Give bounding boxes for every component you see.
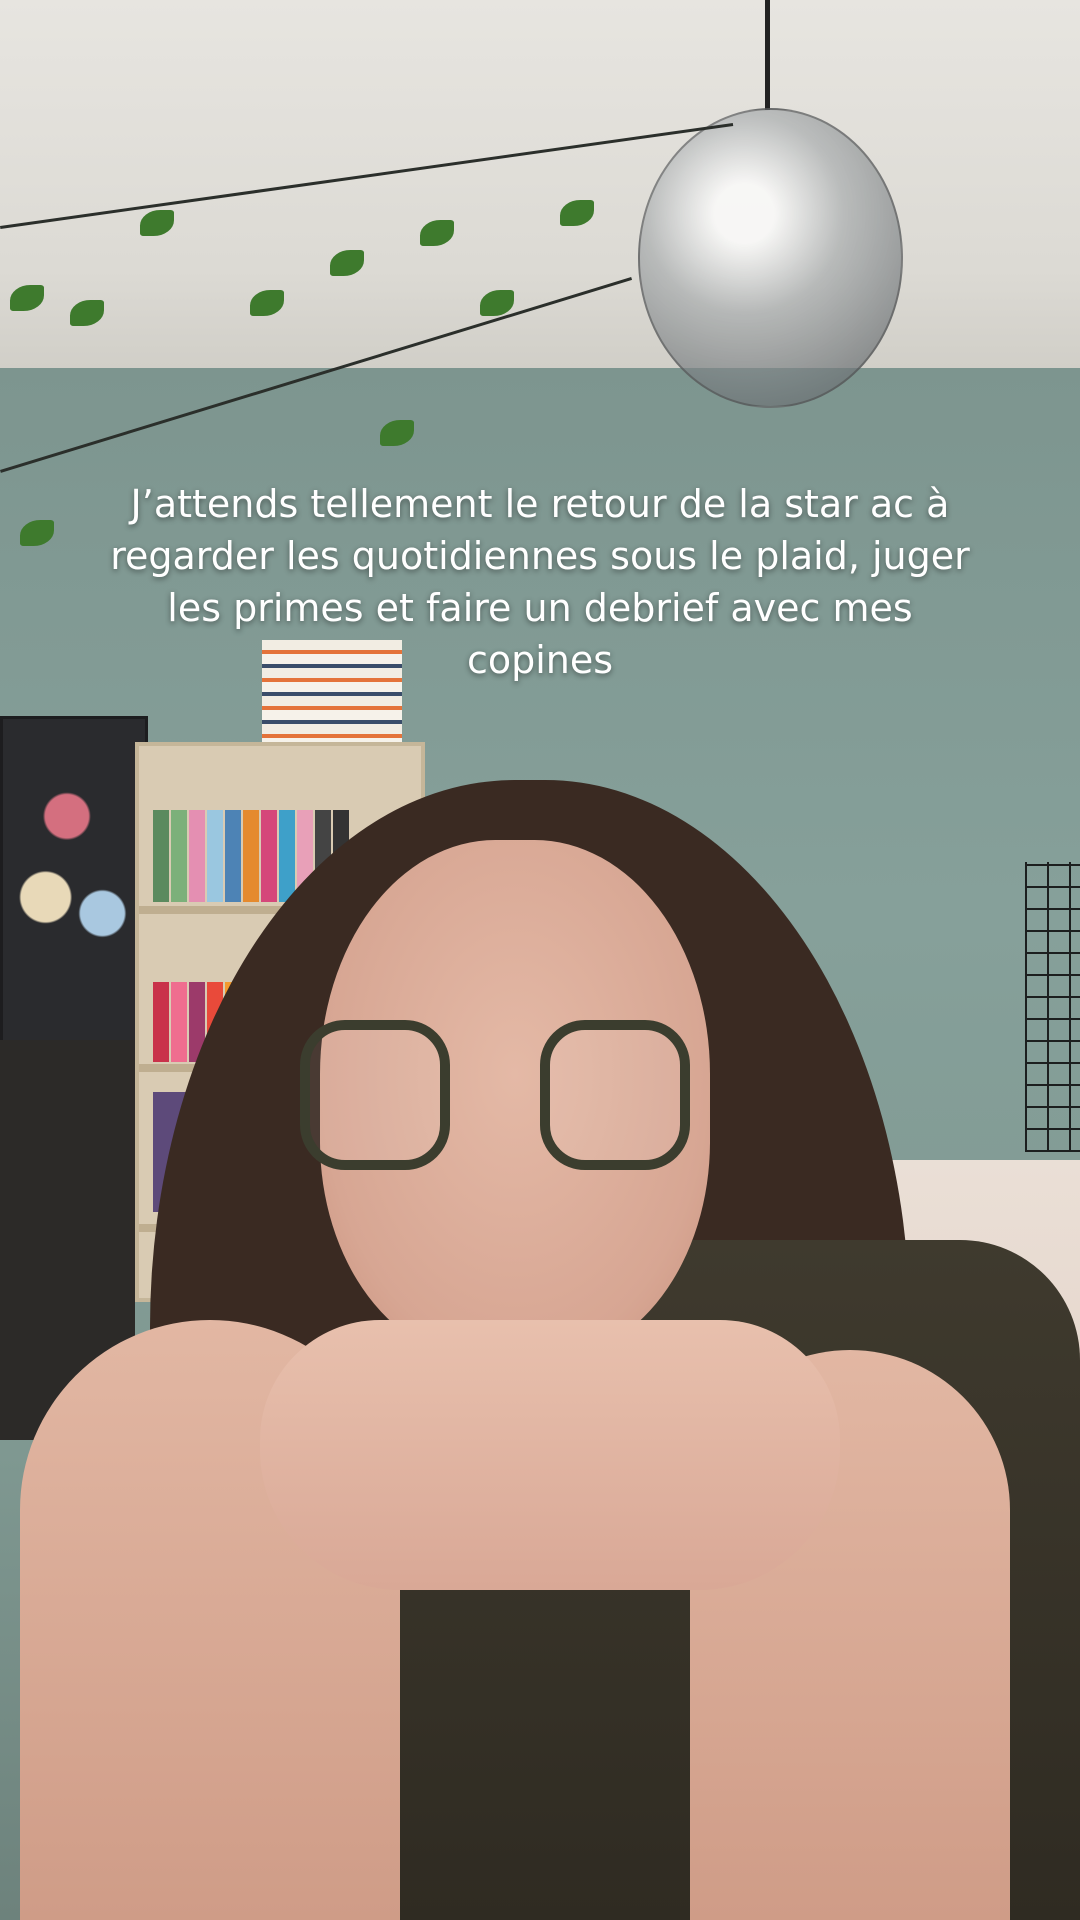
glasses-lens-right xyxy=(540,1020,690,1170)
caption-line: J’attends tellement le retour de la star… xyxy=(130,482,950,526)
video-frame: J’attends tellement le retour de la star… xyxy=(0,0,1080,1920)
wire-wall-grid xyxy=(1025,862,1080,1152)
caption-line: regarder les quotidiennes sous le plaid,… xyxy=(110,534,970,578)
clasped-hands xyxy=(260,1320,840,1590)
lamp-cord xyxy=(765,0,770,110)
ceiling xyxy=(0,0,1080,385)
caption-line: copines xyxy=(466,638,614,682)
caption-line: les primes et faire un debrief avec mes xyxy=(167,586,913,630)
video-caption: J’attends tellement le retour de la star… xyxy=(70,478,1010,686)
glasses-lens-left xyxy=(300,1020,450,1170)
floral-painting xyxy=(0,716,148,1046)
glass-pendant-lamp xyxy=(638,108,903,408)
